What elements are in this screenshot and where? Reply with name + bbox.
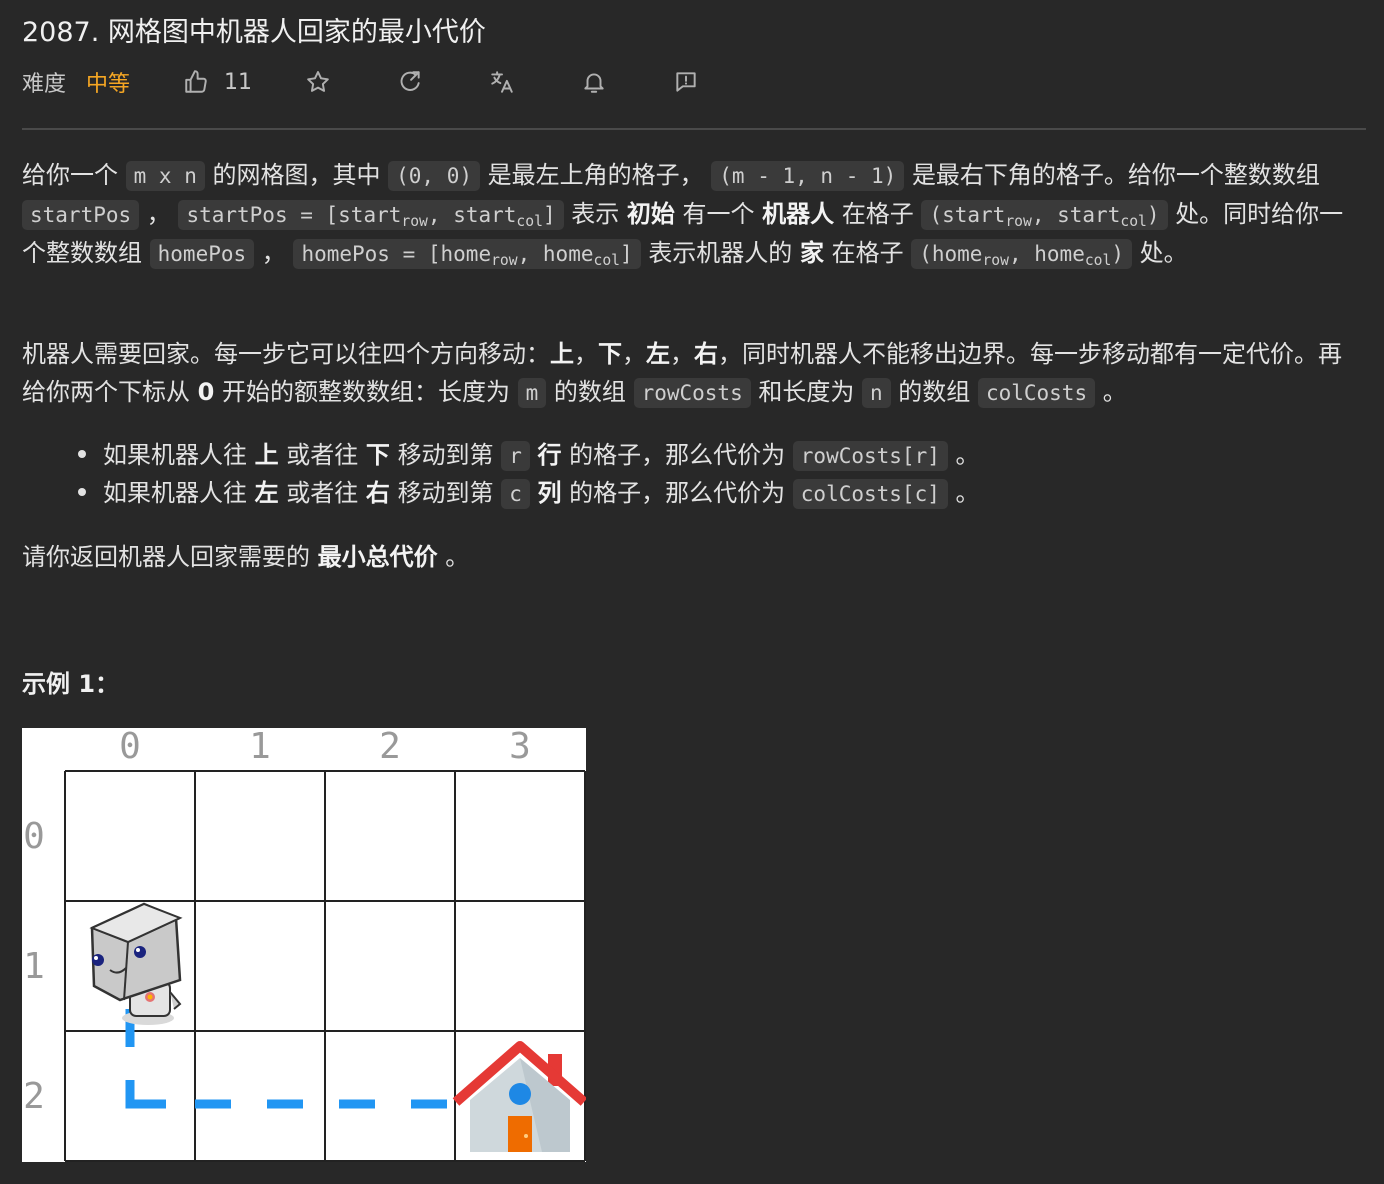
bold-text: 机器人 bbox=[762, 200, 835, 228]
example-grid-figure: 0 1 2 3 0 1 2 bbox=[22, 728, 586, 1162]
header-divider bbox=[22, 128, 1366, 130]
path-segment bbox=[125, 1080, 166, 1109]
bell-icon[interactable] bbox=[578, 66, 610, 98]
bullet-item-row-cost: 如果机器人往 上 或者往 下 移动到第 r 行 的格子，那么代价为 rowCos… bbox=[78, 436, 980, 475]
column-label: 1 bbox=[249, 728, 271, 767]
inline-code: (homerow, homecol) bbox=[911, 239, 1133, 269]
feedback-icon[interactable] bbox=[670, 66, 702, 98]
inline-code: rowCosts[r] bbox=[792, 441, 948, 471]
inline-code: startPos = [startrow, startcol] bbox=[178, 200, 564, 230]
inline-code: colCosts[c] bbox=[792, 479, 948, 509]
problem-title: 2087. 网格图中机器人回家的最小代价 bbox=[22, 17, 486, 48]
inline-code: r bbox=[501, 441, 530, 471]
bold-text: 家 bbox=[799, 239, 824, 267]
bold-text: 最小总代价 bbox=[317, 543, 438, 571]
inline-code: homePos bbox=[149, 239, 255, 269]
bullet-item-col-cost: 如果机器人往 左 或者往 右 移动到第 c 列 的格子，那么代价为 colCos… bbox=[78, 474, 980, 513]
column-label: 2 bbox=[379, 728, 401, 767]
robot-illustration bbox=[89, 902, 183, 1025]
inline-code: n bbox=[862, 378, 891, 408]
inline-code: colCosts bbox=[977, 378, 1096, 408]
inline-code: (0, 0) bbox=[388, 161, 480, 191]
row-label: 2 bbox=[23, 1076, 45, 1117]
translate-icon[interactable] bbox=[486, 66, 518, 98]
problem-meta-bar: 难度 中等 11 bbox=[22, 64, 702, 100]
example-heading: 示例 1： bbox=[22, 670, 120, 698]
inline-code: m bbox=[517, 378, 547, 408]
description-paragraph-2: 机器人需要回家。每一步它可以往四个方向移动：上，下，左，右，同时机器人不能移出边… bbox=[22, 340, 1342, 408]
home-icon bbox=[452, 1041, 586, 1152]
robot-path bbox=[125, 1009, 447, 1109]
inline-code: c bbox=[501, 479, 530, 509]
inline-code: rowCosts bbox=[633, 378, 751, 408]
difficulty-label: 难度 bbox=[22, 72, 67, 97]
column-label: 0 bbox=[119, 728, 141, 767]
grid-svg: 0 1 2 3 0 1 2 bbox=[23, 728, 586, 1162]
column-label: 3 bbox=[509, 728, 531, 767]
row-labels: 0 1 2 bbox=[23, 816, 45, 1117]
bullet-dot bbox=[78, 450, 86, 458]
likes-count: 11 bbox=[224, 69, 253, 95]
share-icon[interactable] bbox=[394, 66, 426, 98]
bullet-dot bbox=[78, 488, 86, 496]
row-label: 0 bbox=[23, 816, 45, 857]
inline-code: (startrow, startcol) bbox=[921, 200, 1168, 230]
star-icon[interactable] bbox=[302, 66, 334, 98]
inline-code: startPos bbox=[22, 200, 140, 230]
column-labels: 0 1 2 3 bbox=[119, 728, 531, 767]
bold-text: 初始 bbox=[626, 200, 675, 228]
inline-code: (m - 1, n - 1) bbox=[711, 161, 905, 191]
difficulty-badge: 中等 bbox=[86, 72, 131, 97]
description-paragraph-1: 给你一个 m x n 的网格图，其中 (0, 0) 是最左上角的格子， (m -… bbox=[22, 161, 1344, 269]
row-label: 1 bbox=[23, 946, 45, 987]
thumbs-up-icon[interactable] bbox=[180, 66, 212, 98]
description-paragraph-3: 请你返回机器人回家需要的 最小总代价 。 bbox=[22, 543, 470, 571]
inline-code: m x n bbox=[125, 161, 205, 191]
inline-code: homePos = [homerow, homecol] bbox=[293, 239, 641, 269]
